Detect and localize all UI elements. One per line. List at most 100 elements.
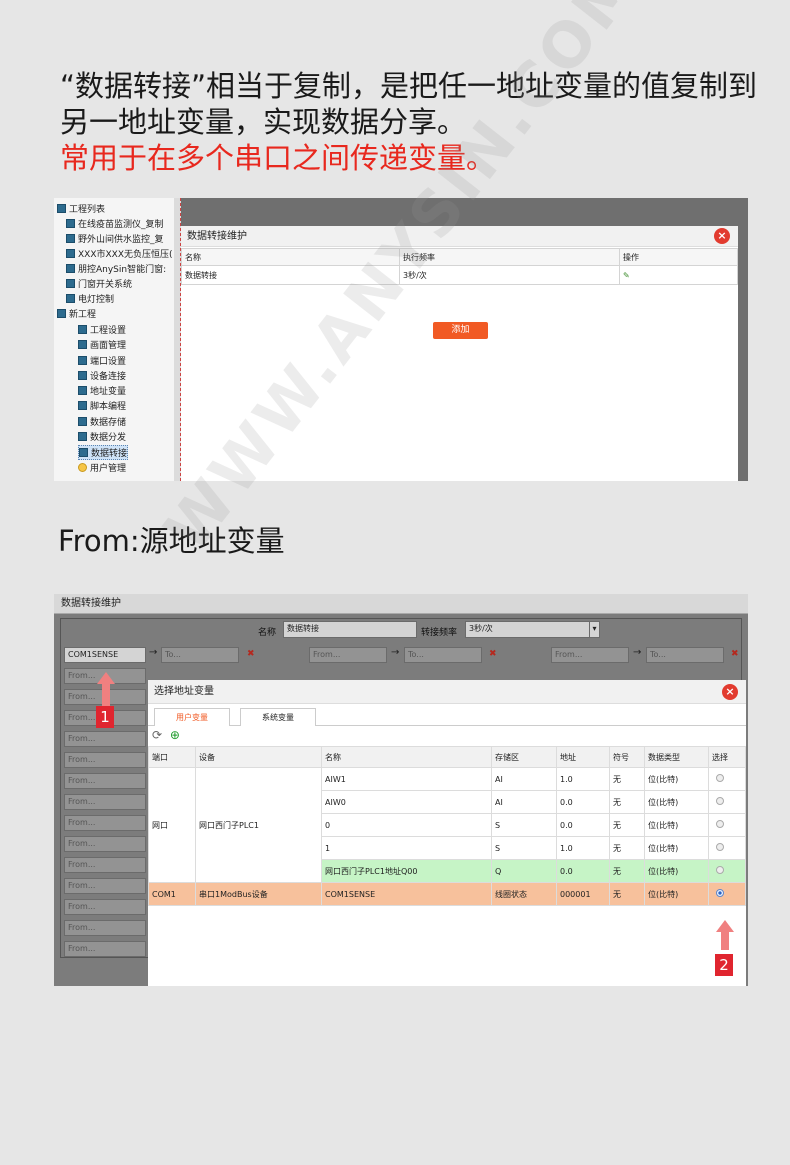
transfer-table: 名称 执行频率 操作 数据转接 3秒/次 ✎ [181,248,738,285]
radio-button[interactable] [716,820,724,828]
tree-child[interactable]: 数据存储 [78,415,126,428]
cell-name: 0 [321,813,492,837]
from-input[interactable]: From... [64,878,146,894]
from-input[interactable]: From... [64,815,146,831]
col-header: 符号 [609,746,645,768]
project-icon [66,264,75,273]
database-icon [78,417,87,426]
tree-child[interactable]: 地址变量 [78,384,126,397]
radio-button[interactable] [716,774,724,782]
table-row[interactable]: 网口 网口西门子PLC1 AIW1 AI 1.0 无 位(比特) [148,767,746,883]
distribute-icon [78,432,87,441]
col-header: 执行频率 [399,248,620,266]
tree-item[interactable]: 电灯控制 [66,292,114,305]
radio-button[interactable] [716,797,724,805]
tree-child[interactable]: 端口设置 [78,354,126,367]
tree-item[interactable]: 野外山间供水监控_复 [66,232,164,245]
freq-select[interactable]: 3秒/次 [465,621,599,638]
tree-child[interactable]: 设备连接 [78,369,126,382]
from-input[interactable]: From... [64,731,146,747]
table-row[interactable]: 数据转接 3秒/次 ✎ [181,265,738,285]
select-cell[interactable] [708,767,746,791]
radio-button-checked[interactable] [716,889,724,897]
from-input[interactable]: From... [551,647,629,663]
from-input[interactable]: From... [64,941,146,957]
chevron-down-icon[interactable]: ▾ [589,621,600,638]
tree-item[interactable]: 在线疫苗监测仪_复制 [66,217,164,230]
select-cell[interactable] [708,836,746,860]
cell-name: 数据转接 [181,265,400,285]
tree-child[interactable]: 数据分发 [78,430,126,443]
from-input[interactable]: COM1SENSE [64,647,146,663]
screenshot-select-variable: 数据转接维护 名称 数据转接 转接频率 3秒/次 ▾ COM1SENSE → T… [54,594,748,986]
tree-child[interactable]: 脚本编程 [78,399,126,412]
settings-icon [78,325,87,334]
select-cell[interactable] [708,859,746,883]
tab-system-variables[interactable]: 系统变量 [240,708,316,726]
folder-icon [57,204,66,213]
to-input[interactable]: To... [646,647,724,663]
tab-user-variables[interactable]: 用户变量 [154,708,230,726]
edit-icon[interactable]: ✎ [619,265,738,285]
from-input[interactable]: From... [64,899,146,915]
cell-area: S [491,813,557,837]
from-input[interactable]: From... [64,836,146,852]
tree-child[interactable]: 画面管理 [78,338,126,351]
screenshot-transfer-list: 工程列表 在线疫苗监测仪_复制 野外山间供水监控_复 XXX市XXX无负压恒压(… [54,198,748,481]
select-cell[interactable] [708,813,746,837]
from-input[interactable]: From... [64,752,146,768]
tree-item[interactable]: 门窗开关系统 [66,277,132,290]
radio-button[interactable] [716,866,724,874]
to-input[interactable]: To... [404,647,482,663]
tree-child[interactable]: 工程设置 [78,323,126,336]
radio-button[interactable] [716,843,724,851]
annotation-badge-1: 1 [96,706,114,728]
refresh-icon[interactable]: ⟳ [152,728,162,742]
col-header: 名称 [321,746,492,768]
cell-address: 1.0 [556,767,610,791]
project-tree: 工程列表 在线疫苗监测仪_复制 野外山间供水监控_复 XXX市XXX无负压恒压(… [54,198,174,481]
delete-icon[interactable]: ✖ [489,649,497,659]
cell-address: 1.0 [556,836,610,860]
cell-name: COM1SENSE [321,882,492,906]
intro-line1: “数据转接”相当于复制，是把任一地址变量的值复制到另一地址变量，实现数据分享。 [60,69,758,139]
select-cell[interactable] [708,790,746,814]
table-row-selected[interactable]: COM1 串口1ModBus设备 COM1SENSE 线圈状态 000001 无… [148,882,746,906]
close-icon[interactable]: × [714,228,730,244]
tree-child[interactable]: 用户管理 [78,461,126,474]
from-input[interactable]: From... [309,647,387,663]
tree-item[interactable]: XXX市XXX无负压恒压( [66,247,173,260]
tree-item-new-project[interactable]: 新工程 [57,307,96,320]
cell-address: 0.0 [556,790,610,814]
from-input[interactable]: From... [64,773,146,789]
add-icon[interactable]: ⊕ [170,728,180,742]
cell-address: 000001 [556,882,610,906]
col-header: 存储区 [491,746,557,768]
cell-sign: 无 [609,882,645,906]
cell-name: AIW1 [321,767,492,791]
delete-icon[interactable]: ✖ [247,649,255,659]
name-input[interactable]: 数据转接 [283,621,417,638]
add-button[interactable]: 添加 [433,322,488,339]
intro-text: “数据转接”相当于复制，是把任一地址变量的值复制到另一地址变量，实现数据分享。 … [60,68,760,176]
to-input[interactable]: To... [161,647,239,663]
tree-root[interactable]: 工程列表 [57,202,105,215]
cell-type: 位(比特) [644,790,709,814]
from-input[interactable]: From... [64,920,146,936]
close-icon[interactable]: × [722,684,738,700]
from-title: From:源地址变量 [58,524,285,558]
select-cell[interactable] [708,882,746,906]
project-icon [66,234,75,243]
cell-name: 1 [321,836,492,860]
from-input[interactable]: From... [64,857,146,873]
from-input[interactable]: From... [64,794,146,810]
delete-icon[interactable]: ✖ [731,649,739,659]
name-label: 名称 [258,628,277,638]
cell-sign: 无 [609,790,645,814]
dialog-title: 数据转接维护 [181,226,738,247]
splitter[interactable] [174,198,181,481]
cell-port: 网口 [148,767,196,883]
tree-child-transfer[interactable]: 数据转接 [78,445,129,460]
cell-type: 位(比特) [644,859,709,883]
tree-item[interactable]: 朋控AnySin智能门窗: [66,262,166,275]
